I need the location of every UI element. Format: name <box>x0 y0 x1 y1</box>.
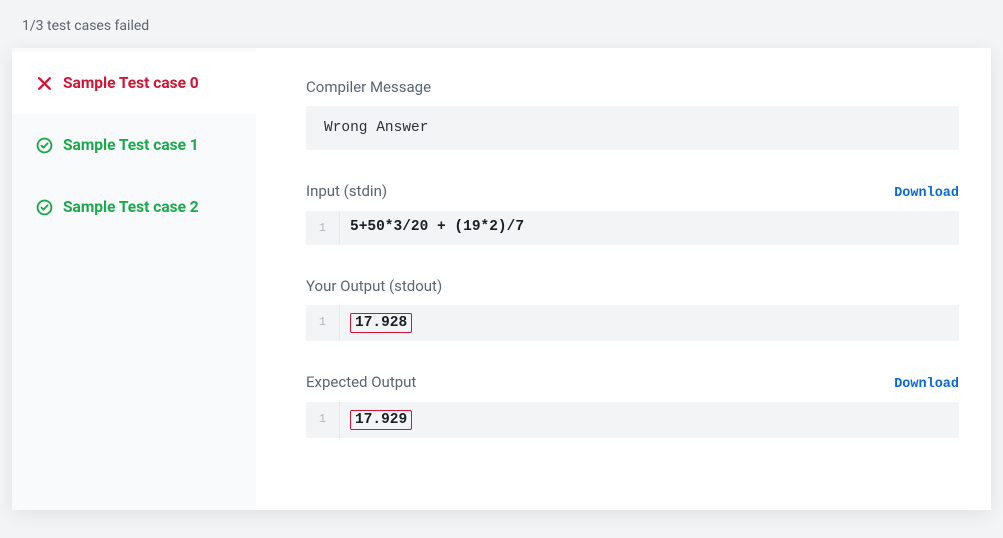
your-output-value: 17.928 <box>350 313 412 333</box>
testcase-tab-0[interactable]: Sample Test case 0 <box>12 52 256 114</box>
input-title: Input (stdin) <box>306 182 387 200</box>
your-output-section: Your Output (stdout) 1 17.928 <box>306 277 959 341</box>
testcase-sidebar: Sample Test case 0 Sample Test case 1 Sa… <box>12 48 256 510</box>
testcase-tab-label: Sample Test case 0 <box>63 74 199 92</box>
results-panel: Sample Test case 0 Sample Test case 1 Sa… <box>12 48 991 510</box>
gutter: 1 <box>306 402 340 438</box>
input-code-block: 1 5+50*3/20 + (19*2)/7 <box>306 211 959 245</box>
compiler-message-section: Compiler Message Wrong Answer <box>306 78 959 150</box>
testcase-details: Compiler Message Wrong Answer Input (std… <box>256 48 991 510</box>
testcase-tab-1[interactable]: Sample Test case 1 <box>12 114 256 176</box>
gutter: 1 <box>306 305 340 341</box>
check-circle-icon <box>36 199 53 216</box>
your-output-title: Your Output (stdout) <box>306 277 442 295</box>
compiler-message-title: Compiler Message <box>306 78 431 96</box>
compiler-message-box: Wrong Answer <box>306 106 959 150</box>
x-icon <box>36 75 53 92</box>
input-content: 5+50*3/20 + (19*2)/7 <box>340 211 534 245</box>
expected-output-section: Expected Output Download 1 17.929 <box>306 373 959 438</box>
check-circle-icon <box>36 137 53 154</box>
testcase-tab-label: Sample Test case 2 <box>63 198 199 216</box>
input-download-link[interactable]: Download <box>894 186 959 201</box>
input-section: Input (stdin) Download 1 5+50*3/20 + (19… <box>306 182 959 245</box>
expected-output-value: 17.929 <box>350 410 412 430</box>
expected-download-link[interactable]: Download <box>894 377 959 392</box>
summary-text: 1/3 test cases failed <box>0 0 1003 48</box>
line-number: 1 <box>319 412 326 426</box>
line-number: 1 <box>319 315 326 329</box>
expected-output-content: 17.929 <box>340 402 422 438</box>
your-output-content: 17.928 <box>340 305 422 341</box>
testcase-tab-label: Sample Test case 1 <box>63 136 199 154</box>
expected-output-title: Expected Output <box>306 373 416 391</box>
line-number: 1 <box>319 221 326 235</box>
your-output-code-block: 1 17.928 <box>306 305 959 341</box>
expected-output-code-block: 1 17.929 <box>306 402 959 438</box>
testcase-tab-2[interactable]: Sample Test case 2 <box>12 176 256 238</box>
gutter: 1 <box>306 211 340 245</box>
